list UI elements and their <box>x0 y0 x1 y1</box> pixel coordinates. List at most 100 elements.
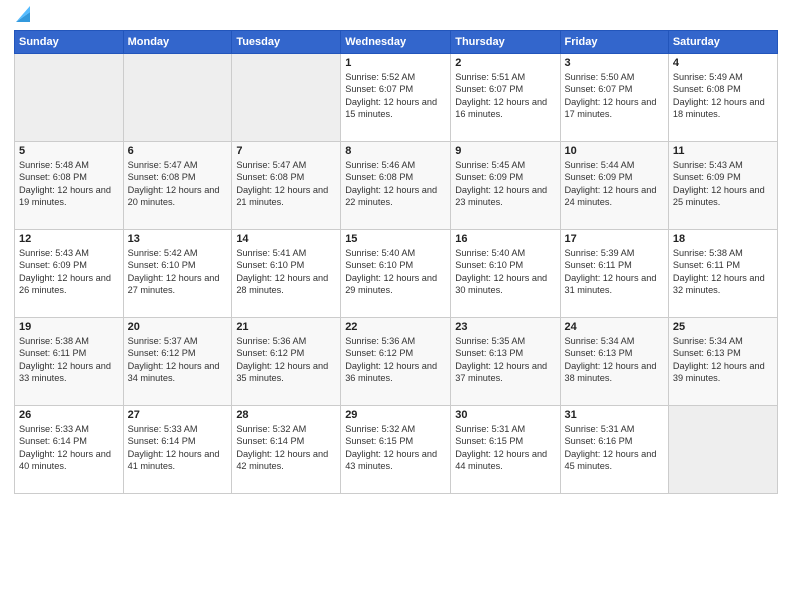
calendar-cell: 13 Sunrise: 5:42 AM Sunset: 6:10 PM Dayli… <box>123 230 232 318</box>
week-row-4: 26Sunrise: 5:33 AM Sunset: 6:14 PM Dayli… <box>15 406 778 494</box>
calendar-cell: 21Sunrise: 5:36 AM Sunset: 6:12 PM Dayli… <box>232 318 341 406</box>
calendar-cell: 19 Sunrise: 5:38 AM Sunset: 6:11 PM Dayli… <box>15 318 124 406</box>
calendar-cell: 3 Sunrise: 5:50 AM Sunset: 6:07 PM Daylig… <box>560 54 668 142</box>
day-info: Sunrise: 5:45 AM Sunset: 6:09 PM Dayligh… <box>455 159 555 209</box>
day-info: Sunrise: 5:36 AM Sunset: 6:12 PM Dayligh… <box>236 335 336 385</box>
day-number: 1 <box>345 57 446 69</box>
page: SundayMondayTuesdayWednesdayThursdayFrid… <box>0 0 792 612</box>
calendar-cell: 11Sunrise: 5:43 AM Sunset: 6:09 PM Dayli… <box>668 142 777 230</box>
calendar-cell: 26Sunrise: 5:33 AM Sunset: 6:14 PM Dayli… <box>15 406 124 494</box>
day-info: Sunrise: 5:49 AM Sunset: 6:08 PM Dayligh… <box>673 71 773 121</box>
calendar-cell <box>123 54 232 142</box>
dow-header-sunday: Sunday <box>15 31 124 54</box>
week-row-0: 1 Sunrise: 5:52 AM Sunset: 6:07 PM Daylig… <box>15 54 778 142</box>
calendar-cell: 18 Sunrise: 5:38 AM Sunset: 6:11 PM Dayli… <box>668 230 777 318</box>
dow-header-tuesday: Tuesday <box>232 31 341 54</box>
day-info: Sunrise: 5:50 AM Sunset: 6:07 PM Dayligh… <box>565 71 664 121</box>
calendar-cell <box>668 406 777 494</box>
day-info: Sunrise: 5:52 AM Sunset: 6:07 PM Dayligh… <box>345 71 446 121</box>
day-number: 25 <box>673 321 773 333</box>
day-info: Sunrise: 5:38 AM Sunset: 6:11 PM Dayligh… <box>673 247 773 297</box>
day-number: 5 <box>19 145 119 157</box>
day-number: 16 <box>455 233 555 245</box>
day-number: 8 <box>345 145 446 157</box>
calendar-cell: 4 Sunrise: 5:49 AM Sunset: 6:08 PM Daylig… <box>668 54 777 142</box>
day-info: Sunrise: 5:40 AM Sunset: 6:10 PM Dayligh… <box>345 247 446 297</box>
day-number: 17 <box>565 233 664 245</box>
calendar-cell: 5Sunrise: 5:48 AM Sunset: 6:08 PM Daylig… <box>15 142 124 230</box>
day-info: Sunrise: 5:47 AM Sunset: 6:08 PM Dayligh… <box>236 159 336 209</box>
logo-icon <box>16 4 30 22</box>
day-info: Sunrise: 5:36 AM Sunset: 6:12 PM Dayligh… <box>345 335 446 385</box>
day-number: 18 <box>673 233 773 245</box>
calendar-cell: 2Sunrise: 5:51 AM Sunset: 6:07 PM Daylig… <box>451 54 560 142</box>
day-number: 14 <box>236 233 336 245</box>
logo <box>14 10 30 22</box>
dow-header-wednesday: Wednesday <box>341 31 451 54</box>
day-info: Sunrise: 5:33 AM Sunset: 6:14 PM Dayligh… <box>128 423 228 473</box>
day-info: Sunrise: 5:38 AM Sunset: 6:11 PM Dayligh… <box>19 335 119 385</box>
day-info: Sunrise: 5:33 AM Sunset: 6:14 PM Dayligh… <box>19 423 119 473</box>
week-row-3: 19 Sunrise: 5:38 AM Sunset: 6:11 PM Dayli… <box>15 318 778 406</box>
day-number: 31 <box>565 409 664 421</box>
calendar-cell: 7 Sunrise: 5:47 AM Sunset: 6:08 PM Daylig… <box>232 142 341 230</box>
calendar-cell <box>15 54 124 142</box>
calendar-cell: 20Sunrise: 5:37 AM Sunset: 6:12 PM Dayli… <box>123 318 232 406</box>
calendar-cell: 6Sunrise: 5:47 AM Sunset: 6:08 PM Daylig… <box>123 142 232 230</box>
day-number: 30 <box>455 409 555 421</box>
day-info: Sunrise: 5:43 AM Sunset: 6:09 PM Dayligh… <box>673 159 773 209</box>
calendar-cell <box>232 54 341 142</box>
day-info: Sunrise: 5:37 AM Sunset: 6:12 PM Dayligh… <box>128 335 228 385</box>
day-number: 10 <box>565 145 664 157</box>
day-info: Sunrise: 5:31 AM Sunset: 6:16 PM Dayligh… <box>565 423 664 473</box>
days-of-week-row: SundayMondayTuesdayWednesdayThursdayFrid… <box>15 31 778 54</box>
calendar-cell: 12 Sunrise: 5:43 AM Sunset: 6:09 PM Dayli… <box>15 230 124 318</box>
day-number: 19 <box>19 321 119 333</box>
day-number: 27 <box>128 409 228 421</box>
day-info: Sunrise: 5:35 AM Sunset: 6:13 PM Dayligh… <box>455 335 555 385</box>
day-number: 12 <box>19 233 119 245</box>
week-row-1: 5Sunrise: 5:48 AM Sunset: 6:08 PM Daylig… <box>15 142 778 230</box>
day-info: Sunrise: 5:41 AM Sunset: 6:10 PM Dayligh… <box>236 247 336 297</box>
day-number: 23 <box>455 321 555 333</box>
calendar-cell: 30 Sunrise: 5:31 AM Sunset: 6:15 PM Dayli… <box>451 406 560 494</box>
calendar-cell: 29 Sunrise: 5:32 AM Sunset: 6:15 PM Dayli… <box>341 406 451 494</box>
day-info: Sunrise: 5:32 AM Sunset: 6:14 PM Dayligh… <box>236 423 336 473</box>
day-info: Sunrise: 5:42 AM Sunset: 6:10 PM Dayligh… <box>128 247 228 297</box>
day-number: 29 <box>345 409 446 421</box>
day-number: 4 <box>673 57 773 69</box>
day-info: Sunrise: 5:34 AM Sunset: 6:13 PM Dayligh… <box>673 335 773 385</box>
calendar-cell: 17 Sunrise: 5:39 AM Sunset: 6:11 PM Dayli… <box>560 230 668 318</box>
calendar-cell: 27 Sunrise: 5:33 AM Sunset: 6:14 PM Dayli… <box>123 406 232 494</box>
day-number: 13 <box>128 233 228 245</box>
calendar: SundayMondayTuesdayWednesdayThursdayFrid… <box>14 30 778 494</box>
day-number: 24 <box>565 321 664 333</box>
day-number: 22 <box>345 321 446 333</box>
day-number: 7 <box>236 145 336 157</box>
day-info: Sunrise: 5:34 AM Sunset: 6:13 PM Dayligh… <box>565 335 664 385</box>
dow-header-friday: Friday <box>560 31 668 54</box>
calendar-cell: 16Sunrise: 5:40 AM Sunset: 6:10 PM Dayli… <box>451 230 560 318</box>
day-info: Sunrise: 5:51 AM Sunset: 6:07 PM Dayligh… <box>455 71 555 121</box>
calendar-cell: 28Sunrise: 5:32 AM Sunset: 6:14 PM Dayli… <box>232 406 341 494</box>
day-number: 3 <box>565 57 664 69</box>
calendar-cell: 25 Sunrise: 5:34 AM Sunset: 6:13 PM Dayli… <box>668 318 777 406</box>
week-row-2: 12 Sunrise: 5:43 AM Sunset: 6:09 PM Dayli… <box>15 230 778 318</box>
day-info: Sunrise: 5:43 AM Sunset: 6:09 PM Dayligh… <box>19 247 119 297</box>
dow-header-thursday: Thursday <box>451 31 560 54</box>
calendar-cell: 14 Sunrise: 5:41 AM Sunset: 6:10 PM Dayli… <box>232 230 341 318</box>
dow-header-monday: Monday <box>123 31 232 54</box>
day-info: Sunrise: 5:46 AM Sunset: 6:08 PM Dayligh… <box>345 159 446 209</box>
calendar-cell: 15 Sunrise: 5:40 AM Sunset: 6:10 PM Dayli… <box>341 230 451 318</box>
day-info: Sunrise: 5:32 AM Sunset: 6:15 PM Dayligh… <box>345 423 446 473</box>
day-number: 15 <box>345 233 446 245</box>
day-info: Sunrise: 5:39 AM Sunset: 6:11 PM Dayligh… <box>565 247 664 297</box>
calendar-cell: 23 Sunrise: 5:35 AM Sunset: 6:13 PM Dayli… <box>451 318 560 406</box>
day-info: Sunrise: 5:31 AM Sunset: 6:15 PM Dayligh… <box>455 423 555 473</box>
dow-header-saturday: Saturday <box>668 31 777 54</box>
day-number: 9 <box>455 145 555 157</box>
calendar-cell: 24 Sunrise: 5:34 AM Sunset: 6:13 PM Dayli… <box>560 318 668 406</box>
header <box>14 10 778 22</box>
calendar-cell: 8 Sunrise: 5:46 AM Sunset: 6:08 PM Daylig… <box>341 142 451 230</box>
calendar-body: 1 Sunrise: 5:52 AM Sunset: 6:07 PM Daylig… <box>15 54 778 494</box>
